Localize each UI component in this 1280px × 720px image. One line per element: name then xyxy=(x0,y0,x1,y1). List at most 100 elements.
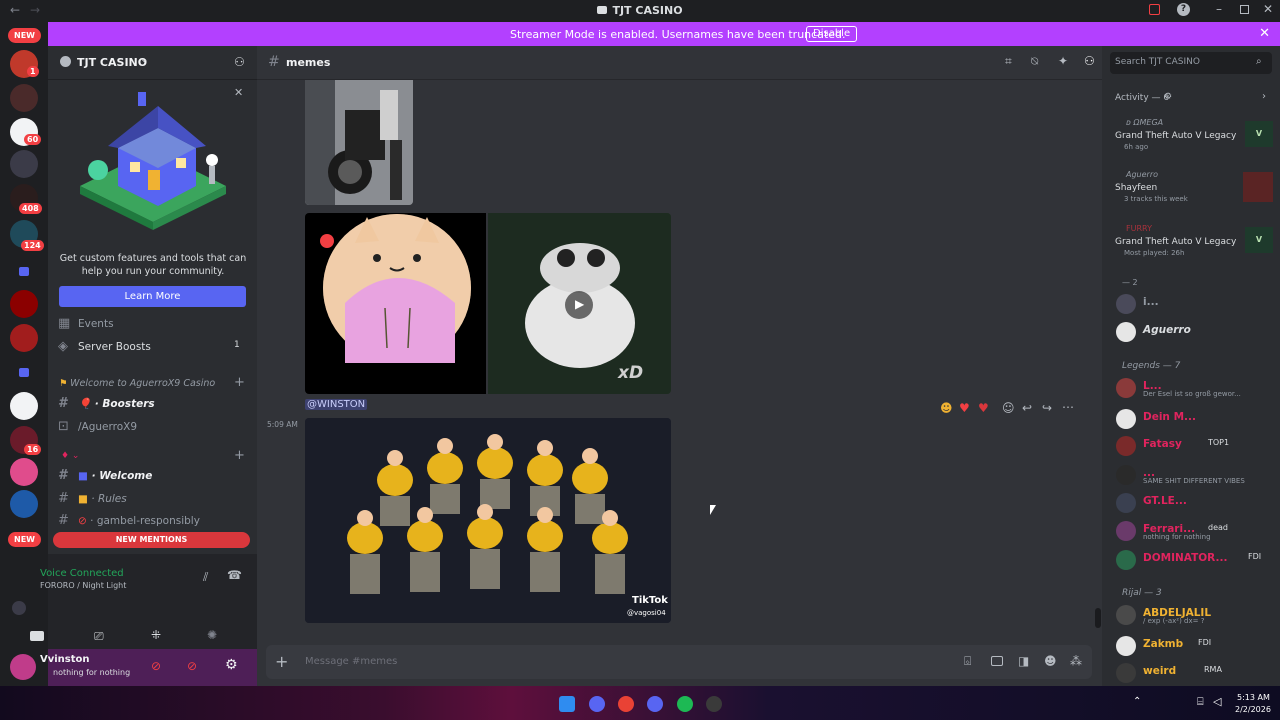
add-member-icon[interactable]: ⚇ xyxy=(234,55,245,69)
activity-header[interactable]: Activity — 6 xyxy=(1115,93,1169,103)
learn-more-button[interactable]: Learn More xyxy=(59,286,246,307)
member-item[interactable]: i... xyxy=(1116,293,1276,315)
start-icon[interactable] xyxy=(559,696,575,712)
folder-icon[interactable] xyxy=(19,267,29,276)
server-icon[interactable] xyxy=(10,150,38,178)
threads-icon[interactable]: ⌗ xyxy=(1005,54,1012,69)
forward-icon[interactable]: ↪ xyxy=(1042,401,1052,415)
voice-status[interactable]: Voice Connected xyxy=(40,568,124,579)
network-icon[interactable]: ⌸ xyxy=(1197,695,1204,709)
category-welcome[interactable]: ⚑ Welcome to AguerroX9 Casino xyxy=(60,378,215,389)
volume-icon[interactable]: ◁ xyxy=(1213,695,1221,708)
clock-time[interactable]: 5:13 AM xyxy=(1237,693,1270,702)
minimize-icon[interactable]: – xyxy=(1216,2,1222,16)
close-promo-icon[interactable]: ✕ xyxy=(234,86,243,99)
new-unread-pill[interactable]: NEW xyxy=(8,532,41,547)
image-attachment[interactable] xyxy=(305,213,486,394)
new-mentions-bar[interactable]: NEW MENTIONS xyxy=(53,532,250,548)
channel-rules[interactable]: # ■ · Rules xyxy=(58,491,127,506)
member-list-icon[interactable]: ⚇ xyxy=(1084,54,1095,68)
deafen-icon[interactable]: ⊘ xyxy=(187,659,197,673)
server-icon[interactable] xyxy=(10,290,38,318)
maximize-icon[interactable] xyxy=(1240,5,1249,14)
disconnect-icon[interactable]: ☎ xyxy=(227,568,242,582)
chevron-right-icon[interactable]: › xyxy=(1262,91,1266,102)
clock-date[interactable]: 2/2/2026 xyxy=(1235,705,1271,714)
message-input[interactable]: + Message #memes ⌺ ◨ ☻ ⁂ xyxy=(266,645,1092,679)
camera-icon[interactable] xyxy=(30,631,44,641)
new-unread-pill[interactable]: NEW xyxy=(8,28,41,43)
member-item[interactable]: DOMINATOR... FDI xyxy=(1116,549,1276,571)
video-attachment[interactable]: ▶ xD xyxy=(488,213,671,394)
activity-card[interactable]: ᴅ ΩMEGA Grand Theft Auto V Legacy 6h ago… xyxy=(1108,116,1274,158)
settings-gear-icon[interactable]: ⚙ xyxy=(225,657,238,673)
discord-taskbar-icon[interactable] xyxy=(589,696,605,712)
spotify-icon[interactable] xyxy=(677,696,693,712)
mention-user[interactable]: @WINSTON xyxy=(305,399,368,410)
activity-card[interactable]: FURRY Grand Theft Auto V Legacy Most pla… xyxy=(1108,222,1274,264)
server-search[interactable]: Search TJT CASINO ⌕ xyxy=(1110,52,1272,74)
channel-server-boosts[interactable]: ◈ Server Boosts xyxy=(58,339,151,354)
activity-settings-icon[interactable]: ⚙ xyxy=(1164,92,1172,102)
app-icon[interactable] xyxy=(706,696,722,712)
server-icon[interactable] xyxy=(10,458,38,486)
play-button-icon[interactable]: ▶ xyxy=(565,291,593,319)
pinned-icon[interactable]: ✦ xyxy=(1058,54,1068,68)
close-window-icon[interactable]: ✕ xyxy=(1263,2,1273,16)
mute-icon[interactable]: ⊘ xyxy=(151,659,161,673)
member-item[interactable]: GT.LE... xyxy=(1116,492,1276,514)
activities-icon[interactable]: ⁜ xyxy=(151,628,161,642)
sticker-icon[interactable]: ◨ xyxy=(1018,654,1029,668)
notifications-icon[interactable]: ⍉ xyxy=(1031,54,1038,69)
laugh-reaction-icon[interactable]: ☻ xyxy=(940,401,953,415)
voice-channel[interactable]: FORORO / Night Light xyxy=(40,581,126,590)
noise-suppression-icon[interactable]: ⫽ xyxy=(203,570,208,585)
add-channel-icon[interactable]: + xyxy=(234,375,245,390)
member-item[interactable]: ABDELJALIL / exp (-ax²) dx= ? xyxy=(1116,604,1276,626)
image-attachment[interactable] xyxy=(305,80,413,205)
more-options-icon[interactable]: ⋯ xyxy=(1062,400,1074,414)
member-item[interactable]: Aguerro xyxy=(1116,321,1276,343)
channel-welcome[interactable]: # ■ · Welcome xyxy=(58,468,152,483)
close-banner-icon[interactable]: ✕ xyxy=(1259,26,1270,41)
channel-aguerrox9[interactable]: ⊡/AguerroX9 xyxy=(58,419,137,434)
member-item[interactable]: ... SAME SHIT DIFFERENT VIBES xyxy=(1116,464,1276,486)
member-item[interactable]: Zakmb FDI xyxy=(1116,635,1276,657)
help-icon[interactable]: ? xyxy=(1177,3,1190,16)
discord-taskbar-icon[interactable] xyxy=(647,696,663,712)
member-item[interactable]: Ferrari... dead nothing for nothing xyxy=(1116,520,1276,542)
user-avatar[interactable] xyxy=(10,654,36,680)
gift-icon[interactable]: ⌺ xyxy=(964,654,971,669)
add-attachment-icon[interactable]: + xyxy=(275,652,288,671)
screen-share-icon[interactable]: ⎚ xyxy=(94,629,104,644)
channel-boosters[interactable]: # 🎈 · Boosters xyxy=(58,396,155,411)
server-icon[interactable] xyxy=(10,84,38,112)
folder-icon[interactable] xyxy=(19,368,29,377)
activity-card[interactable]: Aguerro Shayfeen 3 tracks this week xyxy=(1108,168,1274,210)
member-item[interactable]: weird RMA xyxy=(1116,662,1276,684)
user-name[interactable]: Vvinston xyxy=(40,654,90,665)
chrome-icon[interactable] xyxy=(618,696,634,712)
member-item[interactable]: Dein M... xyxy=(1116,408,1276,430)
server-header[interactable]: TJT CASINO ⌄ ⚇ xyxy=(48,46,257,80)
member-item[interactable]: Fatasy TOP1 xyxy=(1116,435,1276,457)
video-attachment[interactable]: TikTok @vagosi04 xyxy=(305,418,671,623)
disable-streamer-button[interactable]: Disable xyxy=(806,26,858,42)
member-item[interactable]: L... Der Esel ist so groß gewor... xyxy=(1116,377,1276,399)
scrollbar-thumb[interactable] xyxy=(1095,608,1101,628)
server-icon[interactable] xyxy=(10,392,38,420)
channel-events[interactable]: ▦ Events xyxy=(58,316,114,331)
add-channel-icon[interactable]: + xyxy=(234,448,245,463)
server-icon[interactable] xyxy=(10,490,38,518)
chevron-up-icon[interactable]: ⌃ xyxy=(1133,696,1141,707)
apps-icon[interactable]: ⁂ xyxy=(1070,654,1082,668)
server-icon[interactable] xyxy=(10,324,38,352)
inbox-icon[interactable] xyxy=(1149,4,1160,15)
heart-reaction-icon[interactable]: ♥ xyxy=(959,401,970,415)
channel-gambel-responsibly[interactable]: # ⊘ · gambel-responsibly xyxy=(58,513,200,528)
soundboard-icon[interactable]: ✺ xyxy=(207,628,217,642)
add-reaction-icon[interactable]: ☺ xyxy=(1002,401,1015,415)
gif-icon[interactable] xyxy=(991,656,1003,666)
emoji-icon[interactable]: ☻ xyxy=(1044,654,1057,668)
reply-icon[interactable]: ↩ xyxy=(1022,401,1032,415)
